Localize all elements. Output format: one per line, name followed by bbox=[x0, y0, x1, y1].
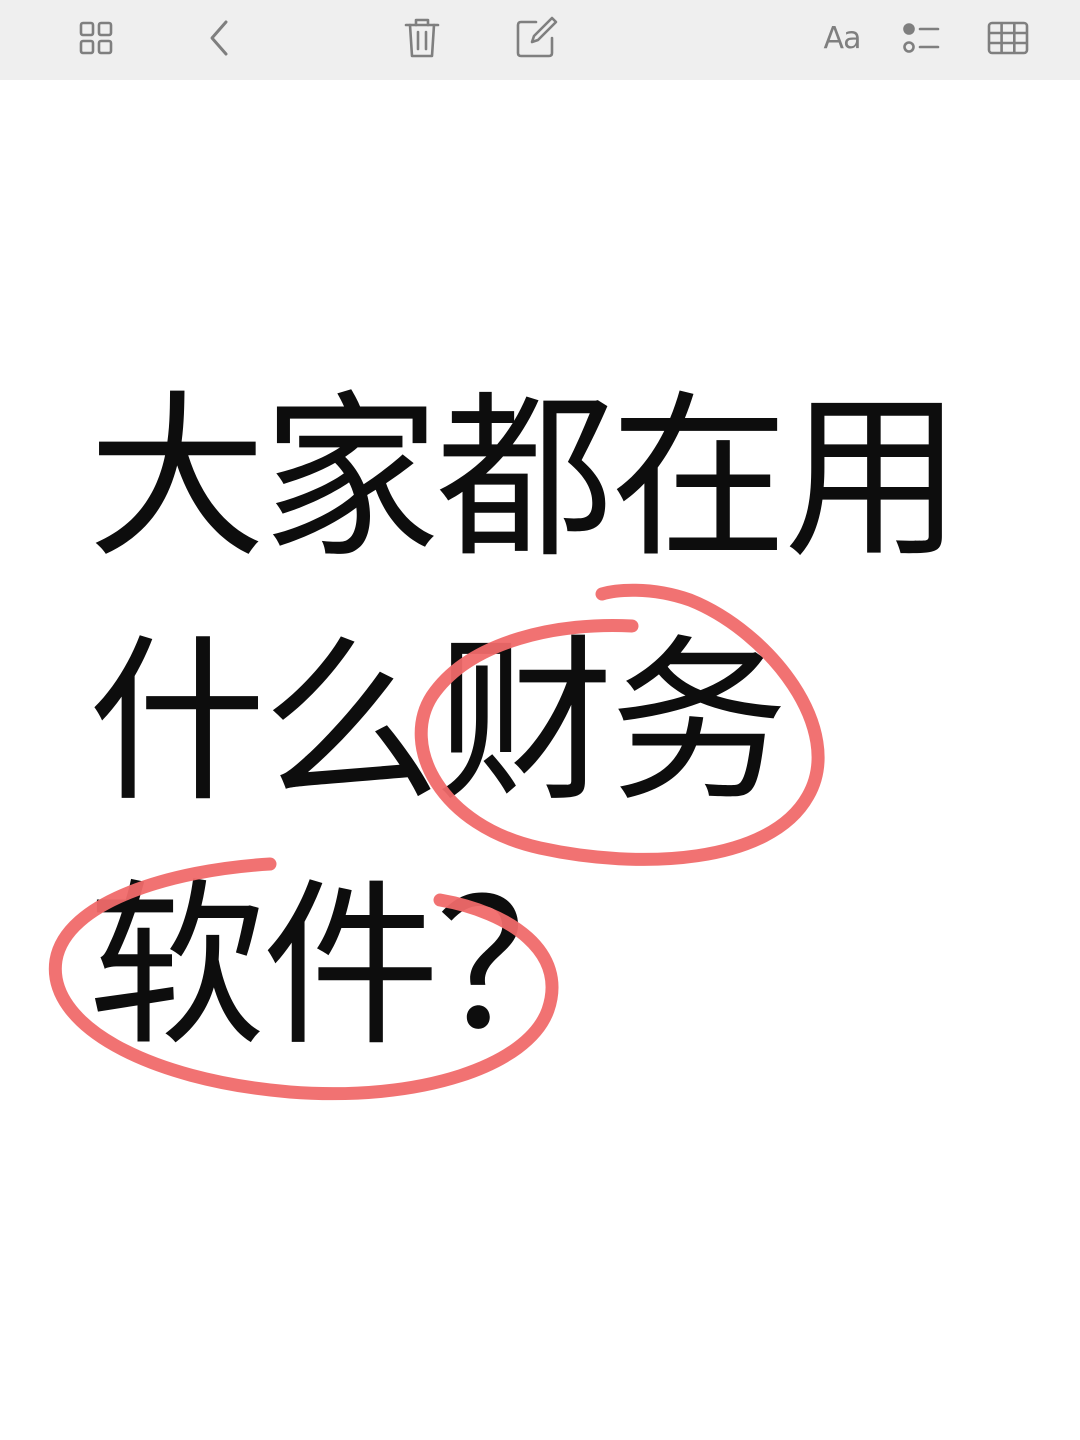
toolbar: Aa bbox=[0, 0, 1080, 80]
checklist-button[interactable] bbox=[892, 10, 952, 66]
note-line-2: 什么财务 bbox=[88, 619, 788, 826]
back-button[interactable] bbox=[190, 10, 250, 66]
checklist-icon bbox=[903, 23, 940, 53]
grid-icon bbox=[79, 21, 113, 55]
compose-icon bbox=[516, 16, 558, 58]
compose-button[interactable] bbox=[506, 10, 566, 66]
note-body[interactable]: 大家都在用 什么财务 软件？ bbox=[0, 80, 1080, 1440]
table-icon bbox=[987, 21, 1029, 55]
trash-icon bbox=[404, 18, 440, 58]
grid-view-button[interactable] bbox=[66, 10, 126, 66]
back-chevron-icon bbox=[210, 20, 228, 56]
text-format-button[interactable]: Aa bbox=[812, 10, 872, 66]
note-line-3: 软件？ bbox=[88, 863, 614, 1070]
note-line-1: 大家都在用 bbox=[88, 375, 962, 582]
text-format-icon: Aa bbox=[823, 20, 862, 56]
table-button[interactable] bbox=[978, 10, 1038, 66]
delete-button[interactable] bbox=[392, 10, 452, 66]
